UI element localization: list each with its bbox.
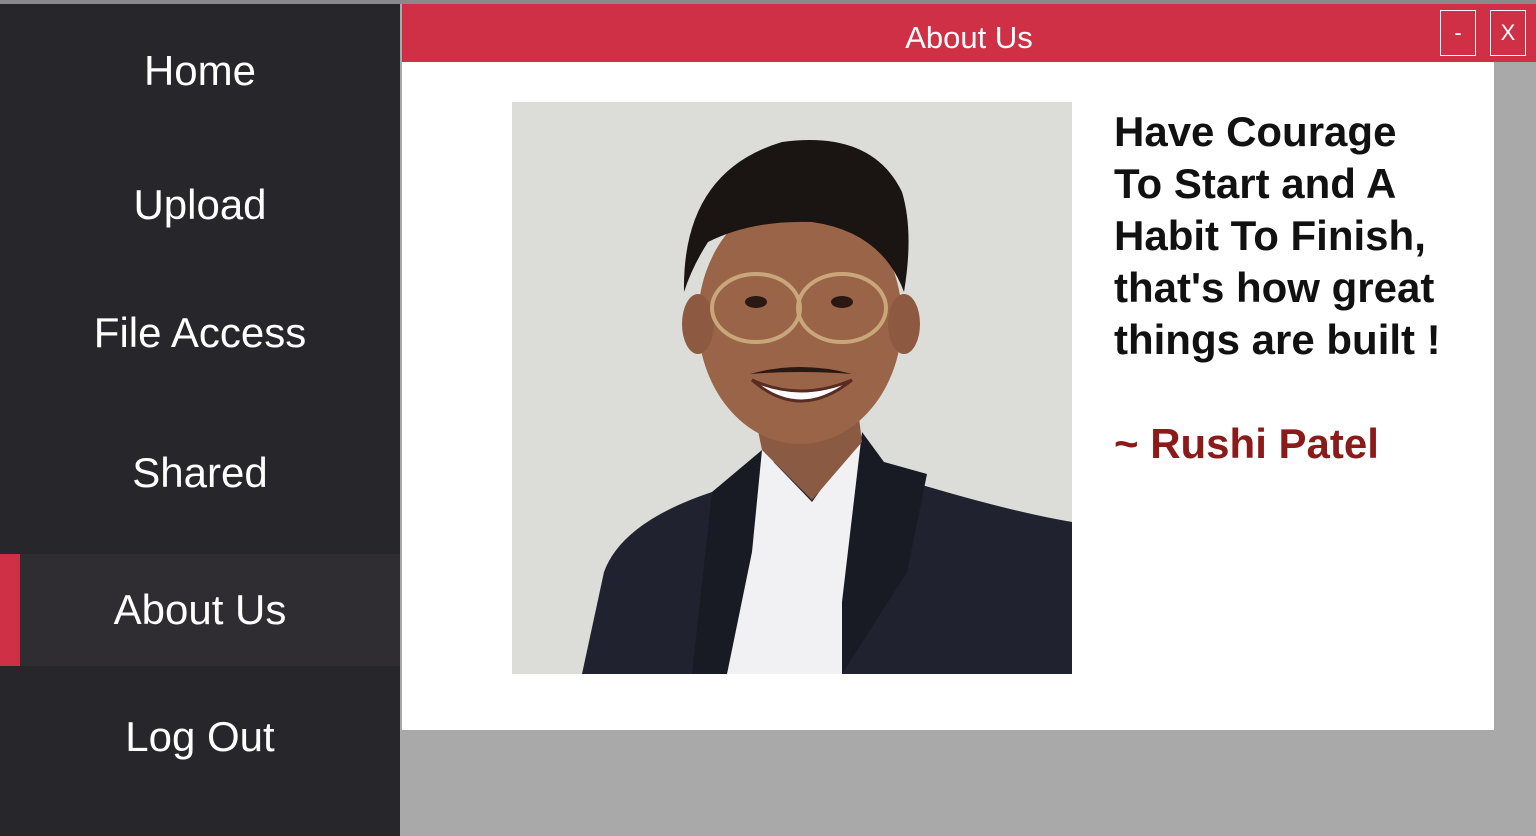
sidebar-item-label: Upload <box>133 181 267 228</box>
sidebar-item-file-access[interactable]: File Access <box>0 266 400 400</box>
quote-line: Habit To Finish, <box>1114 212 1426 259</box>
quote-line: things are built ! <box>1114 316 1441 363</box>
about-us-window: About Us - X Have Courage To Start and A… <box>402 4 1536 730</box>
sidebar-item-label: About Us <box>113 586 287 633</box>
sidebar-item-home[interactable]: Home <box>0 4 400 138</box>
sidebar: Home Upload File Access Shared About Us … <box>0 4 400 836</box>
sidebar-item-shared[interactable]: Shared <box>0 404 400 542</box>
sidebar-item-label: File Access <box>93 309 307 356</box>
profile-photo <box>512 102 1072 674</box>
sidebar-item-label: Shared <box>132 449 268 496</box>
quote-author: ~ Rushi Patel <box>1114 420 1379 467</box>
minimize-button[interactable]: - <box>1440 10 1476 56</box>
about-content: Have Courage To Start and A Habit To Fin… <box>402 62 1494 730</box>
window-titlebar[interactable]: About Us - X <box>402 4 1536 62</box>
sidebar-item-label: Home <box>143 47 257 94</box>
sidebar-item-upload[interactable]: Upload <box>0 138 400 272</box>
quote-line: Have Courage <box>1114 108 1397 155</box>
sidebar-item-log-out[interactable]: Log Out <box>0 674 400 800</box>
close-button[interactable]: X <box>1490 10 1526 56</box>
quote-line: To Start and A <box>1114 160 1397 207</box>
sidebar-item-about-us[interactable]: About Us <box>0 554 400 666</box>
window-title: About Us <box>905 20 1033 55</box>
quote-line: that's how great <box>1114 264 1435 311</box>
active-indicator <box>0 554 20 666</box>
sidebar-item-label: Log Out <box>125 713 275 760</box>
quote-text: Have Courage To Start and A Habit To Fin… <box>1114 106 1494 366</box>
